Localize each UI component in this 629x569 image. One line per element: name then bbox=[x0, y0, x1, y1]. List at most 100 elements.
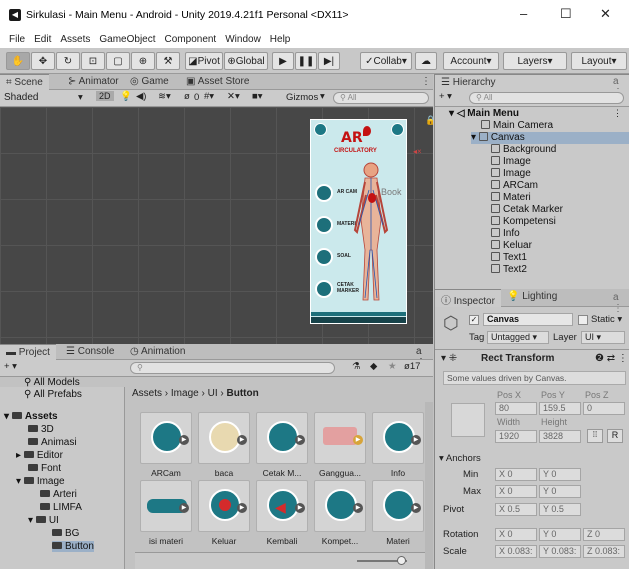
2d-toggle[interactable]: 2D bbox=[96, 91, 114, 101]
breadcrumb-ui[interactable]: UI bbox=[208, 388, 218, 399]
asset-tile[interactable]: ▶ bbox=[198, 480, 250, 532]
height-field[interactable]: 3828 bbox=[539, 430, 581, 443]
folder-font[interactable]: Font bbox=[28, 463, 61, 474]
layout-dropdown[interactable]: Layout ▾ bbox=[571, 52, 627, 70]
hierarchy-item[interactable]: Keluar bbox=[491, 240, 532, 252]
project-create-dropdown[interactable]: + ▾ bbox=[4, 361, 17, 372]
blueprint-mode-icon[interactable]: ⁞⁞ bbox=[587, 429, 603, 443]
pos-x-field[interactable]: 80 bbox=[495, 402, 537, 415]
search-by-type-icon[interactable]: ⚗ bbox=[352, 361, 361, 372]
breadcrumb-assets[interactable]: Assets bbox=[132, 388, 162, 399]
hidden-objects-icon[interactable]: ø bbox=[184, 91, 190, 102]
fx-toggle-icon[interactable]: ≋▾ bbox=[158, 91, 171, 102]
close-button[interactable]: ✕ bbox=[600, 6, 611, 22]
hierarchy-item[interactable]: ARCam bbox=[491, 180, 538, 192]
pivot-toggle[interactable]: ◪ Pivot bbox=[185, 52, 223, 70]
hierarchy-item-canvas[interactable]: ▾ Canvas bbox=[471, 132, 629, 144]
folder-assets[interactable]: ▾ Assets bbox=[4, 411, 58, 422]
active-checkbox[interactable]: ✓ bbox=[469, 315, 479, 325]
tab-scene[interactable]: ⌗ Scene bbox=[0, 74, 49, 90]
menu-assets[interactable]: Assets bbox=[60, 34, 90, 45]
lighting-toggle-icon[interactable]: 💡 bbox=[120, 91, 132, 102]
gizmos-dropdown[interactable]: Gizmos bbox=[286, 92, 318, 103]
menu-edit[interactable]: Edit bbox=[34, 34, 51, 45]
create-dropdown[interactable]: + ▾ bbox=[439, 91, 452, 102]
breadcrumb-button[interactable]: Button bbox=[226, 388, 258, 399]
menu-gameobject[interactable]: GameObject bbox=[99, 34, 155, 45]
tools-icon[interactable]: ✕▾ bbox=[227, 91, 240, 102]
tab-animator[interactable]: ⊱ Animator bbox=[62, 74, 125, 90]
object-name-field[interactable]: Canvas bbox=[483, 313, 573, 326]
rotation-z-field[interactable]: Z 0 bbox=[583, 528, 625, 541]
custom-tool-icon[interactable]: ⚒ bbox=[156, 52, 180, 70]
anchor-min-y-field[interactable]: Y 0 bbox=[539, 468, 581, 481]
asset-tile[interactable]: ▶ bbox=[140, 412, 192, 464]
move-tool-icon[interactable]: ✥ bbox=[31, 52, 55, 70]
project-lock-icon[interactable]: a ⋮ bbox=[410, 344, 433, 368]
favorite-all-models[interactable]: ⚲ All Models bbox=[24, 377, 80, 388]
tab-inspector[interactable]: ⓘ Inspector bbox=[435, 289, 501, 307]
hierarchy-item[interactable]: Image bbox=[491, 156, 531, 168]
anchor-max-y-field[interactable]: Y 0 bbox=[539, 485, 581, 498]
tab-project[interactable]: ▬ Project bbox=[0, 344, 56, 360]
collab-dropdown[interactable]: ✓ Collab ▾ bbox=[360, 52, 412, 70]
search-by-label-icon[interactable]: ◆ bbox=[370, 361, 377, 372]
layer-dropdown[interactable]: UI ▾ bbox=[581, 331, 625, 344]
audio-toggle-icon[interactable]: ◀) bbox=[136, 91, 146, 102]
favorite-all-prefabs[interactable]: ⚲ All Prefabs bbox=[24, 389, 82, 400]
scene-search-input[interactable]: ⚲ All bbox=[333, 92, 429, 104]
rotation-x-field[interactable]: X 0 bbox=[495, 528, 537, 541]
lock-icon[interactable]: 🔒 bbox=[425, 115, 433, 126]
camera-settings-icon[interactable]: ■▾ bbox=[252, 91, 263, 102]
static-dropdown[interactable]: Static ▾ bbox=[591, 314, 622, 325]
hierarchy-item[interactable]: Materi bbox=[491, 192, 531, 204]
play-button[interactable]: ▶ bbox=[272, 52, 294, 70]
menu-window[interactable]: Window bbox=[225, 34, 261, 45]
asset-tile[interactable]: ▶ bbox=[314, 480, 366, 532]
hierarchy-item[interactable]: Text2 bbox=[491, 264, 527, 276]
favorite-star-icon[interactable]: ★ bbox=[388, 361, 397, 372]
folder-arteri[interactable]: Arteri bbox=[40, 489, 77, 500]
project-search-input[interactable]: ⚲ bbox=[130, 362, 335, 374]
hidden-packages-toggle[interactable]: ø17 bbox=[404, 361, 420, 372]
menu-item-soal[interactable]: SOAL bbox=[315, 248, 351, 266]
rect-tool-icon[interactable]: ▢ bbox=[106, 52, 130, 70]
raw-edit-button[interactable]: R bbox=[607, 429, 623, 443]
rotation-y-field[interactable]: Y 0 bbox=[539, 528, 581, 541]
step-button[interactable]: ▶| bbox=[318, 52, 340, 70]
global-toggle[interactable]: ⊕ Global bbox=[224, 52, 268, 70]
component-expand-icon[interactable]: ▾ ⁜ bbox=[441, 353, 457, 364]
asset-tile[interactable]: ▶ bbox=[314, 412, 366, 464]
folder-image[interactable]: ▾ Image bbox=[16, 476, 65, 487]
scene-viewport[interactable]: 🔒 AR CIRCULATORY AR CAM MATERI SOAL CETA… bbox=[0, 107, 433, 345]
scale-x-field[interactable]: X 0.083: bbox=[495, 545, 537, 558]
pivot-x-field[interactable]: X 0.5 bbox=[495, 503, 537, 516]
tab-hierarchy[interactable]: ☰ Hierarchy bbox=[435, 74, 629, 90]
hierarchy-search-input[interactable]: ⚲ All bbox=[469, 92, 624, 104]
pivot-y-field[interactable]: Y 0.5 bbox=[539, 503, 581, 516]
hierarchy-item[interactable]: Background bbox=[491, 144, 556, 156]
cloud-services-icon[interactable]: ☁ bbox=[415, 52, 437, 70]
transform-tool-icon[interactable]: ⊕ bbox=[131, 52, 155, 70]
asset-tile[interactable]: ▶ bbox=[198, 412, 250, 464]
pos-z-field[interactable]: 0 bbox=[583, 402, 625, 415]
maximize-button[interactable]: ☐ bbox=[560, 6, 572, 22]
folder-ui[interactable]: ▾ UI bbox=[28, 515, 59, 526]
asset-tile[interactable]: ◀ ▶ bbox=[256, 480, 308, 532]
anchor-min-x-field[interactable]: X 0 bbox=[495, 468, 537, 481]
static-checkbox[interactable] bbox=[578, 315, 588, 325]
asset-tile[interactable]: ▶ bbox=[256, 412, 308, 464]
tab-asset-store[interactable]: ▣ Asset Store bbox=[180, 74, 255, 90]
shading-mode-dropdown[interactable]: Shaded bbox=[4, 92, 38, 103]
tab-animation[interactable]: ◷ Animation bbox=[124, 344, 191, 360]
hand-tool-icon[interactable]: ✋ bbox=[6, 52, 30, 70]
hierarchy-item[interactable]: Kompetensi bbox=[491, 216, 556, 228]
folder-editor[interactable]: ▸ Editor bbox=[16, 450, 63, 461]
grid-toggle-icon[interactable]: #▾ bbox=[204, 91, 214, 102]
game-canvas-preview[interactable]: AR CIRCULATORY AR CAM MATERI SOAL CETAK … bbox=[310, 119, 407, 324]
scale-z-field[interactable]: Z 0.083: bbox=[583, 545, 625, 558]
pos-y-field[interactable]: 159.5 bbox=[539, 402, 581, 415]
hierarchy-item-camera[interactable]: Main Camera bbox=[481, 120, 553, 132]
folder-animasi[interactable]: Animasi bbox=[28, 437, 77, 448]
folder-3d[interactable]: 3D bbox=[28, 424, 54, 435]
